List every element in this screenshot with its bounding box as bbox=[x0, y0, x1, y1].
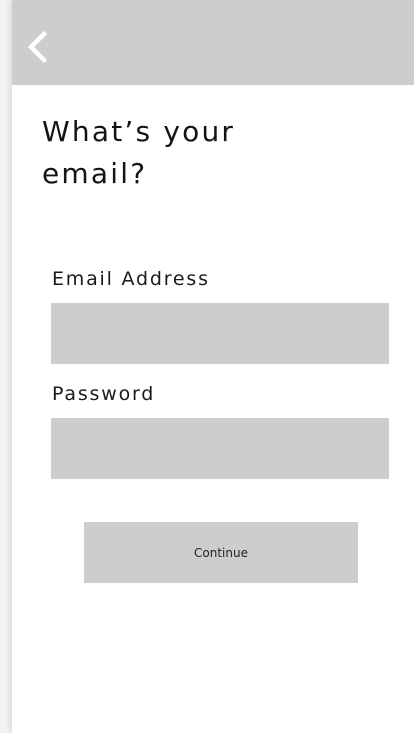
continue-button[interactable]: Continue bbox=[84, 522, 358, 583]
top-bar bbox=[12, 0, 414, 85]
email-label: Email Address bbox=[52, 268, 210, 290]
page-title: What’s your email? bbox=[42, 115, 236, 190]
app-screen: What’s your email? Email Address Passwor… bbox=[12, 0, 414, 733]
password-field[interactable] bbox=[51, 418, 389, 479]
chevron-left-icon bbox=[27, 30, 48, 64]
email-field[interactable] bbox=[51, 303, 389, 364]
password-label: Password bbox=[52, 383, 156, 405]
back-button[interactable] bbox=[24, 30, 50, 64]
